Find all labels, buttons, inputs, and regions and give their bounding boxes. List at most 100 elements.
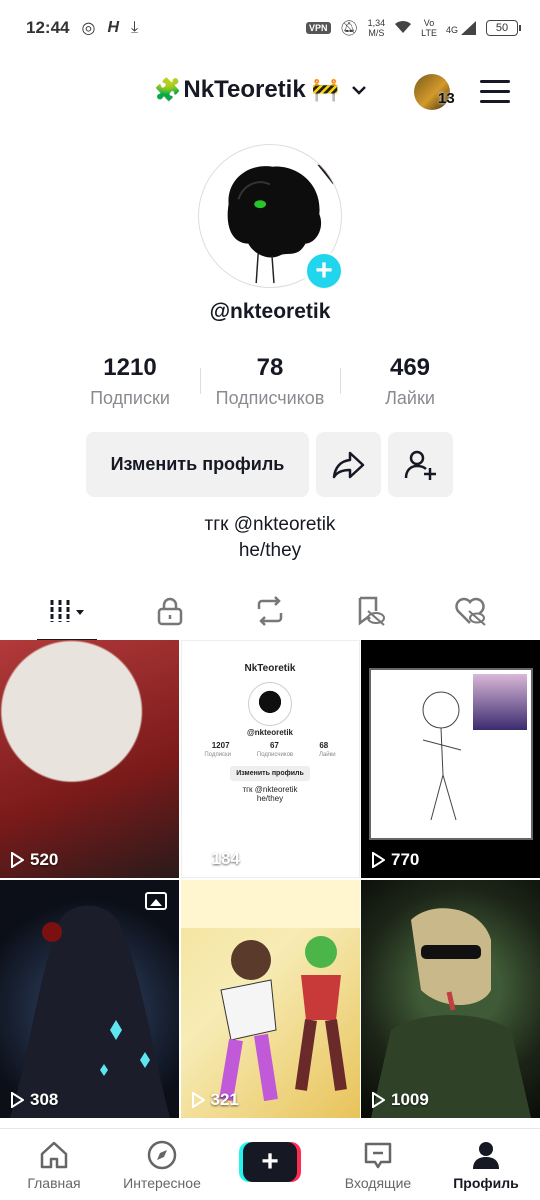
stat-following[interactable]: 1210 Подписки [60,354,200,416]
volte-indicator: Vo LTE [421,18,437,38]
status-bar: 12:44 ◎ H ⤓ VPN 🔕︎ 1,34 M/S Vo LTE 4G 50 [0,0,540,56]
mini-stat: 67 [269,741,279,750]
grid-icon [50,600,84,622]
signal-icon: 4G [446,21,477,35]
nav-home[interactable]: Главная [0,1129,108,1200]
nav-profile[interactable]: Профиль [432,1129,540,1200]
tab-reposts[interactable] [235,586,305,636]
content-tabs [0,584,540,642]
download-icon: ⤓ [131,19,139,36]
bookmark-hidden-icon [358,596,385,626]
vpn-badge: VPN [306,22,331,34]
video-thumbnail[interactable]: NkTeoretik @nkteoretik 1207 67 68 Подпис… [180,640,360,878]
create-button[interactable]: + [239,1141,301,1182]
profile-bio: тгк @nkteoretik he/they [0,512,540,564]
video-thumbnail[interactable]: 520 [0,640,179,878]
instagram-icon: ◎ [81,20,96,37]
play-icon [372,1092,385,1108]
mini-title: NkTeoretik [244,663,296,674]
profile-icon [473,1141,499,1169]
play-icon [191,1092,205,1108]
view-count: 321 [191,1090,239,1110]
nav-inbox[interactable]: Входящие [324,1129,432,1200]
profile-handle: @nkteoretik [209,300,331,323]
tab-favorites[interactable] [335,586,405,636]
view-count-value: 308 [30,1090,59,1109]
sketch-artwork [369,668,533,840]
bio-line: тгк @nkteoretik [204,514,336,535]
bottom-navigation: Главная Интересное + Входящие Профиль [0,1128,540,1200]
stat-label: Подписчиков [215,388,325,408]
compass-icon [147,1140,177,1169]
speed-unit: M/S [368,28,385,38]
view-count: 1009 [371,1090,429,1110]
sketch-drawing [422,691,462,821]
play-icon [11,852,24,868]
mini-edit: Изменить профиль [230,766,310,781]
add-user-icon [404,450,436,480]
status-left: 12:44 ◎ H ⤓ [26,18,138,38]
video-thumbnail[interactable]: 770 [361,640,540,878]
speed-value: 1,34 [367,18,386,28]
lock-icon [157,597,183,626]
hamburger-menu-icon[interactable] [480,80,510,104]
chevron-down-icon [352,86,366,95]
view-count-value: 184 [211,849,240,868]
nav-label: Главная [27,1174,81,1191]
add-friend-button[interactable] [388,432,453,497]
nav-create[interactable]: + [216,1129,324,1200]
comic-artwork [180,880,360,1102]
mini-avatar [248,682,292,726]
view-count: 308 [10,1090,58,1110]
soldier-artwork [371,908,531,1118]
network-type: 4G [445,25,458,35]
add-avatar-button[interactable]: + [304,251,344,291]
mini-stat: 68 [319,741,329,750]
stat-value: 469 [389,354,431,381]
view-count: 184 [192,849,240,869]
share-profile-button[interactable] [316,432,381,497]
tab-videos[interactable] [35,586,105,642]
tab-liked[interactable] [435,586,505,636]
mini-stat-labels: Подписки Подписчиков Лайки [192,752,349,758]
play-icon [372,852,385,868]
video-thumbnail[interactable]: 1009 [361,880,540,1118]
tab-private[interactable] [135,586,205,636]
bio-line: he/they [238,540,302,561]
mute-icon: 🔕︎ [339,20,359,37]
mini-stat: 1207 [211,741,230,750]
share-icon [332,451,364,478]
liked-hidden-icon [455,597,486,626]
home-icon [40,1141,68,1168]
username-switcher[interactable]: 🧩 NkTeoretik 🚧 [154,76,367,104]
view-count-value: 770 [391,850,420,869]
battery-level: 50 [495,22,509,34]
nav-label: Профиль [453,1174,519,1191]
mini-handle: @nkteoretik [246,728,294,737]
status-time: 12:44 [26,18,70,37]
plus-icon: + [243,1141,297,1182]
video-thumbnail[interactable]: 321 [180,880,360,1118]
inbox-icon [364,1142,392,1168]
mini-stat-label: Лайки [318,752,336,758]
profile-header: 🧩 NkTeoretik 🚧 13 [0,70,540,118]
video-grid: 520 NkTeoretik @nkteoretik 1207 67 68 По… [0,640,540,1118]
edit-profile-button[interactable]: Изменить профиль [86,432,309,497]
view-count-value: 1009 [391,1090,429,1109]
nav-label: Интересное [123,1174,201,1191]
view-count-value: 321 [210,1090,239,1109]
nav-explore[interactable]: Интересное [108,1129,216,1200]
stat-value: 78 [256,354,284,381]
username-title: NkTeoretik [183,76,306,103]
stat-followers[interactable]: 78 Подписчиков [200,354,340,416]
cloaked-figure-artwork [10,905,170,1118]
video-thumbnail[interactable]: 308 [0,880,179,1118]
stat-label: Подписки [90,388,170,408]
nav-label: Входящие [344,1174,412,1191]
repost-icon [257,596,283,626]
view-count: 520 [10,850,58,870]
mini-stat-label: Подписки [204,752,232,758]
stat-likes[interactable]: 469 Лайки [340,354,480,416]
puzzle-emoji: 🧩 [154,77,182,102]
volte-top: Vo [423,18,435,28]
